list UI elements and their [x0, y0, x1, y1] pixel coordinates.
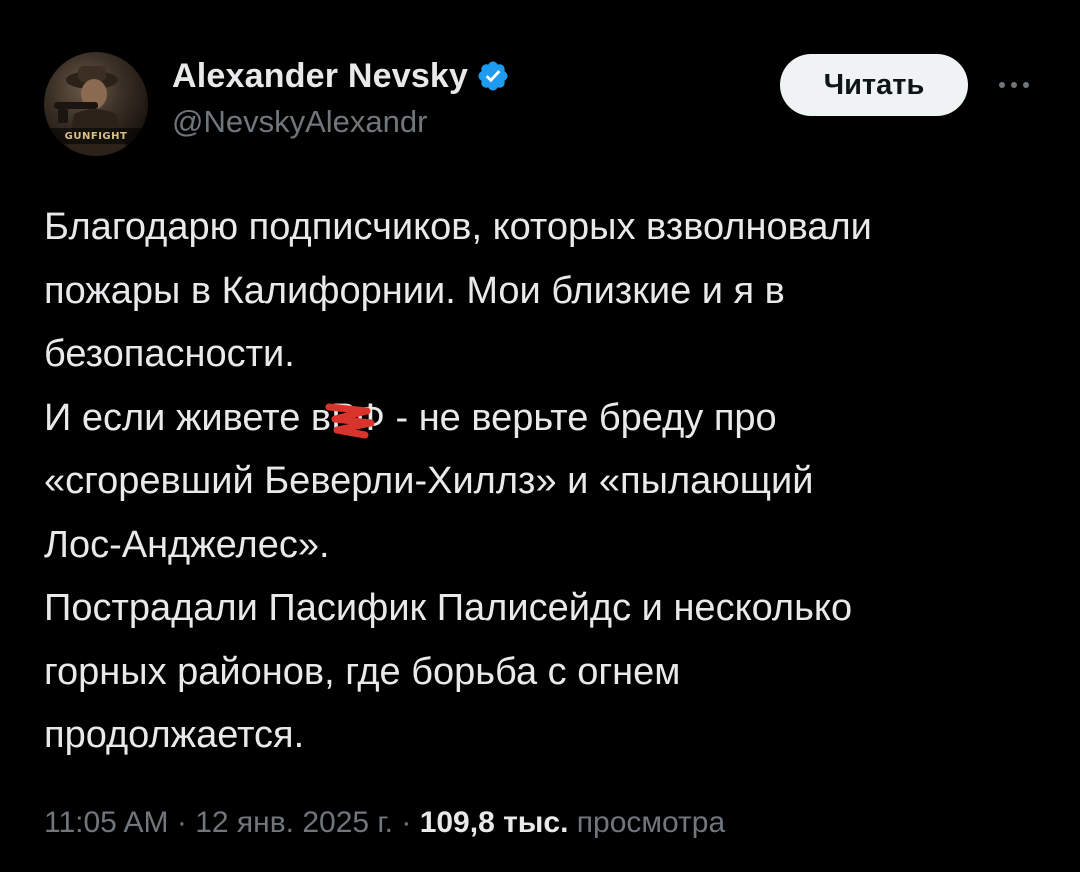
tweet-date[interactable]: 12 янв. 2025 г. [195, 806, 393, 839]
follow-button[interactable]: Читать [780, 54, 968, 116]
tweet-line: горных районов, где борьба с огнем [44, 650, 681, 693]
more-dot [1011, 82, 1017, 88]
tweet-line-part: - не верьте бреду про [384, 396, 777, 439]
tweet-text: Благодарю подписчиков, которых взволнова… [44, 196, 1044, 768]
tweet-card: GUNFIGHT Alexander Nevsky @NevskyAlexand… [0, 0, 1080, 872]
tweet-meta: 11:05 AM · 12 янв. 2025 г. · 109,8 тыс. … [44, 806, 725, 840]
avatar[interactable]: GUNFIGHT [44, 52, 148, 156]
views-label: просмотра [576, 806, 726, 839]
display-name[interactable]: Alexander Nevsky [172, 57, 468, 96]
tweet-time[interactable]: 11:05 AM [44, 806, 169, 839]
tweet-line: Лос-Анджелес». [44, 523, 330, 566]
tweet-line-part: И если живете в [44, 396, 332, 439]
redacted-word: РФ [325, 387, 385, 451]
redacted-text: РФ [331, 396, 385, 439]
verified-badge-icon [478, 61, 508, 91]
meta-separator: · [393, 806, 420, 839]
more-horizontal-icon[interactable] [990, 70, 1038, 100]
author-info: Alexander Nevsky @NevskyAlexandr [172, 54, 510, 140]
tweet-line: Пострадали Пасифик Палисейдс и несколько [44, 587, 853, 629]
avatar-logo-text: GUNFIGHT [64, 131, 128, 142]
more-dot [1023, 82, 1029, 88]
more-dot [999, 82, 1005, 88]
views-count[interactable]: 109,8 тыс. [420, 806, 569, 839]
tweet-line: И если живете вРФ - не верьте бреду про [44, 387, 1044, 451]
meta-separator: · [168, 806, 196, 839]
tweet-line: пожары в Калифорнии. Мои близкие и я в [44, 269, 785, 312]
display-name-row: Alexander Nevsky [172, 54, 510, 98]
tweet-line: Благодарю подписчиков, которых взволнова… [44, 206, 872, 248]
tweet-line: продолжается. [44, 714, 305, 756]
tweet-line: «сгоревший Беверли-Хиллз» и «пылающий [44, 460, 814, 502]
tweet-line: безопасности. [44, 333, 295, 375]
author-handle[interactable]: @NevskyAlexandr [172, 104, 510, 140]
